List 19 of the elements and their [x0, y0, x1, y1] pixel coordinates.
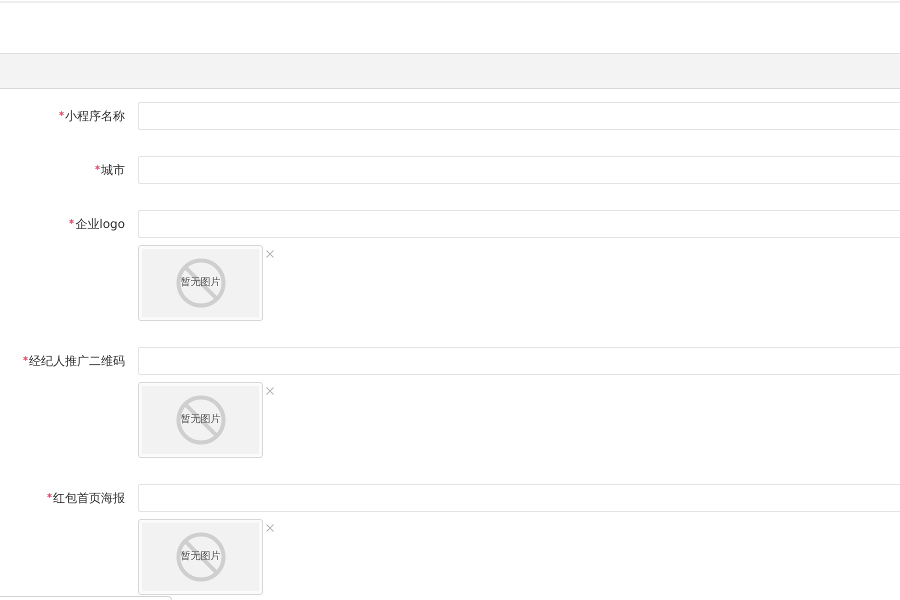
field-label: 城市: [101, 162, 125, 178]
no-image-icon: [176, 258, 226, 308]
text-input[interactable]: [138, 484, 900, 512]
no-image-text: 暂无图片: [180, 277, 222, 289]
field-label: 小程序名称: [65, 108, 125, 124]
text-input[interactable]: [138, 102, 900, 130]
text-input[interactable]: [138, 156, 900, 184]
no-image-icon: [176, 532, 226, 582]
no-image-text: 暂无图片: [180, 414, 222, 426]
text-input[interactable]: [138, 210, 900, 238]
close-icon[interactable]: [266, 524, 274, 532]
close-icon[interactable]: [266, 250, 274, 258]
no-image-icon: [176, 395, 226, 445]
field-label: 红包首页海报: [53, 490, 125, 506]
close-icon[interactable]: [266, 387, 274, 395]
text-input[interactable]: [138, 347, 900, 375]
no-image-text: 暂无图片: [180, 551, 222, 563]
field-label: 经纪人推广二维码: [29, 352, 125, 370]
field-label: 企业logo: [75, 216, 125, 232]
